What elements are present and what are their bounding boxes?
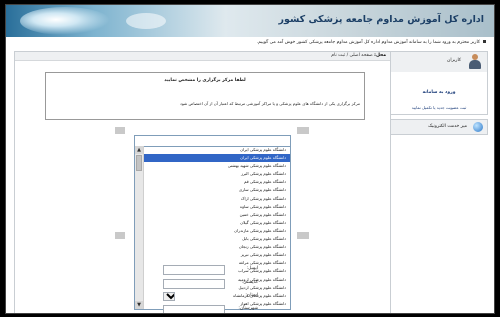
dropdown-option[interactable]: دانشگاه علوم پزشکی تبریز	[143, 251, 290, 259]
dropdown-option[interactable]: دانشگاه علوم پزشکی اراک	[143, 195, 290, 203]
city-label: شهرستان:	[238, 306, 258, 311]
dropdown-option[interactable]: دانشگاه علوم پزشکی خمین	[143, 211, 290, 219]
register-link[interactable]: ثبت عضویت جدید یا تکمیل نمایید	[391, 105, 487, 110]
scroll-down-icon[interactable]: ▼	[135, 301, 143, 309]
browser-page: اداره کل آموزش مداوم جامعه پزشکی کشور کا…	[5, 4, 495, 314]
gray-block	[115, 232, 125, 239]
dropdown-scrollbar[interactable]: ▲ ▼	[135, 146, 144, 309]
globe-icon	[473, 122, 483, 132]
welcome-text: کاربر محترم به ورود شما را به سامانه آمو…	[256, 40, 480, 45]
notice-box: لطفا مرکز برگزاری را مشخص نمایید مرکز بر…	[45, 72, 365, 120]
dropdown-option[interactable]: دانشگاه علوم پزشکی گیلان	[143, 219, 290, 227]
notice-text: مرکز برگزاری یکی از دانشگاه های علوم پزش…	[180, 101, 360, 106]
dropdown-option[interactable]: دانشگاه علوم پزشکی ایران	[143, 146, 290, 154]
city-row: شهرستان:	[163, 305, 258, 313]
user-box: کاربران ورود به سامانه ثبت عضویت جدید یا…	[390, 51, 488, 115]
breadcrumb: محل: صفحه اصلی / ثبت نام	[15, 52, 390, 61]
dropdown-option[interactable]: دانشگاه علوم پزشکی ایران	[143, 154, 290, 163]
dropdown-option[interactable]: دانشگاه علوم پزشکی زنجان	[143, 243, 290, 251]
dropdown-option[interactable]: دانشگاه علوم پزشکی ساری	[143, 186, 290, 194]
bullet-icon	[483, 40, 486, 43]
gray-block	[297, 127, 309, 134]
notice-title: لطفا مرکز برگزاری را مشخص نمایید	[164, 78, 246, 83]
main-content-panel: محل: صفحه اصلی / ثبت نام لطفا مرکز برگزا…	[14, 51, 391, 313]
header-banner: اداره کل آموزش مداوم جامعه پزشکی کشور	[6, 5, 494, 37]
e-services-box[interactable]: میز خدمت الکترونیک	[390, 119, 488, 135]
dropdown-option[interactable]: دانشگاه علوم پزشکی البرز	[143, 170, 290, 178]
email-row: ایمیل:	[163, 265, 258, 275]
province-select[interactable]	[163, 292, 175, 301]
user-box-header: کاربران	[391, 52, 487, 72]
breadcrumb-label: محل:	[374, 53, 386, 58]
email-field[interactable]	[163, 265, 225, 275]
postal-code-field[interactable]	[163, 279, 225, 289]
e-services-title[interactable]: میز خدمت الکترونیک	[428, 124, 467, 129]
scrollbar-thumb[interactable]	[136, 155, 142, 171]
welcome-message: کاربر محترم به ورود شما را به سامانه آمو…	[257, 40, 486, 45]
site-title: اداره کل آموزش مداوم جامعه پزشکی کشور	[278, 14, 484, 25]
login-link[interactable]: ورود به سامانه	[391, 90, 487, 95]
postal-row: کدپستی:	[163, 279, 258, 289]
postal-label: کدپستی:	[241, 280, 258, 285]
logo-swoosh	[20, 7, 110, 35]
email-label: ایمیل:	[246, 266, 258, 271]
user-icon	[468, 54, 482, 70]
banner-glow	[126, 13, 166, 29]
dropdown-option[interactable]: دانشگاه علوم پزشکی قم	[143, 178, 290, 186]
dropdown-option[interactable]: دانشگاه علوم پزشکی مازندران	[143, 227, 290, 235]
scroll-up-icon[interactable]: ▲	[135, 146, 143, 154]
province-label: استان:	[245, 293, 258, 298]
breadcrumb-path[interactable]: صفحه اصلی / ثبت نام	[331, 53, 372, 58]
dropdown-option[interactable]: دانشگاه علوم پزشکی شهید بهشتی	[143, 162, 290, 170]
city-field[interactable]	[163, 305, 225, 313]
gray-block	[297, 232, 309, 239]
user-box-title: کاربران	[447, 58, 461, 63]
gray-block	[115, 127, 125, 134]
dropdown-option[interactable]: دانشگاه علوم پزشکی ساوه	[143, 203, 290, 211]
dropdown-option[interactable]: دانشگاه علوم پزشکی بابل	[143, 235, 290, 243]
province-row: استان:	[163, 292, 258, 302]
